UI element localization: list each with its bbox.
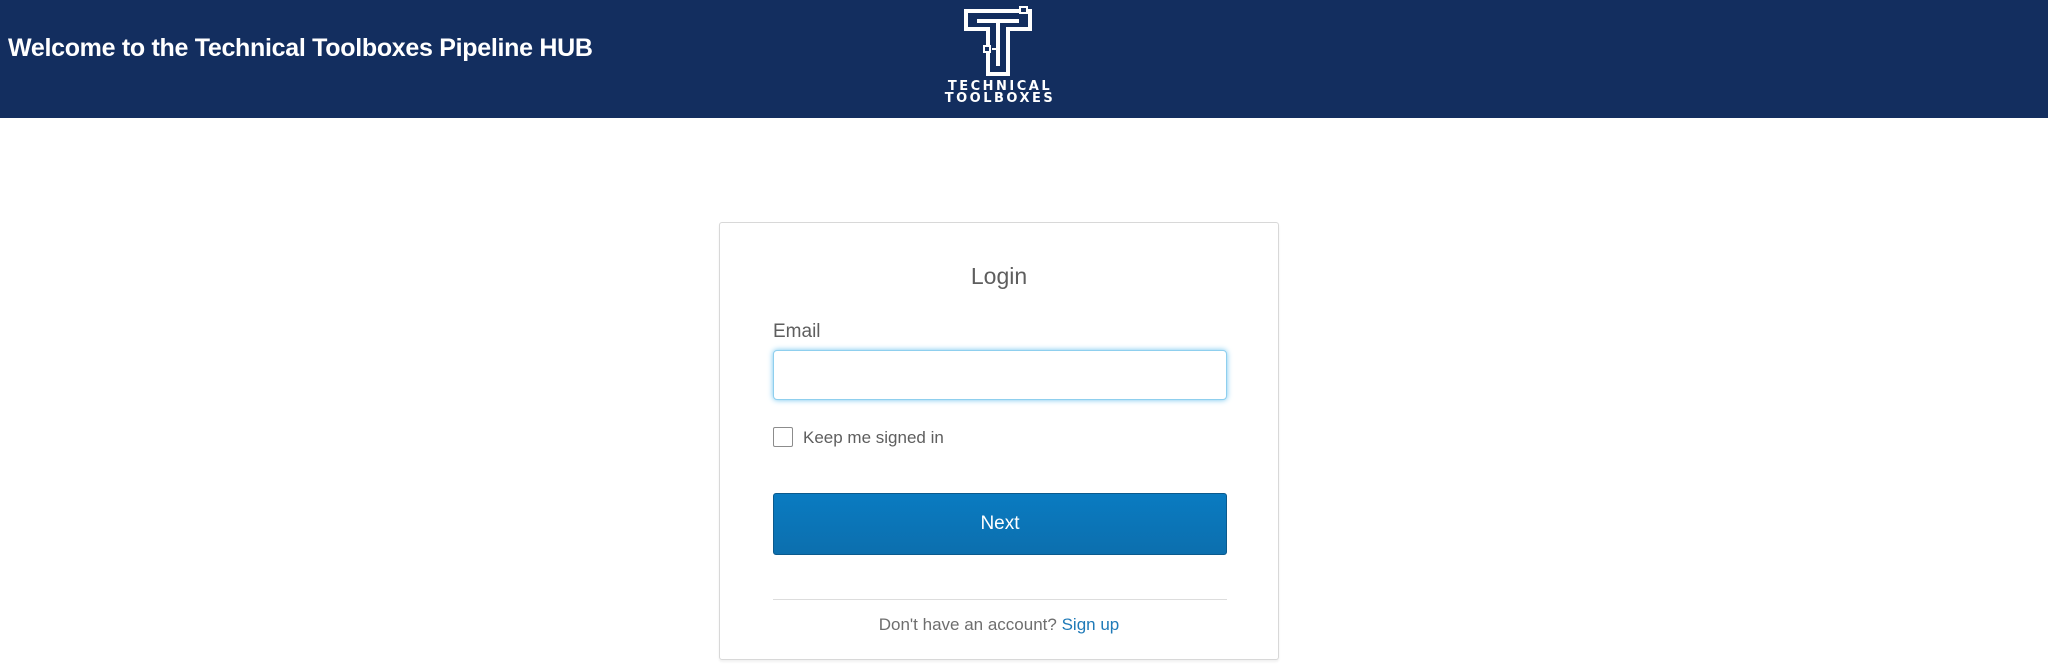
no-account-text: Don't have an account? bbox=[878, 615, 1062, 634]
email-label: Email bbox=[773, 321, 821, 342]
page-title: Welcome to the Technical Toolboxes Pipel… bbox=[8, 34, 593, 62]
keep-signed-in-checkbox[interactable] bbox=[773, 427, 793, 447]
logo-text-toolboxes: TOOLBOXES bbox=[944, 91, 1056, 106]
signup-prompt: Don't have an account? Sign up bbox=[720, 615, 1278, 635]
login-card: Login Email Keep me signed in Next Don't… bbox=[719, 222, 1279, 660]
login-title: Login bbox=[970, 263, 1028, 289]
signup-link[interactable]: Sign up bbox=[1062, 615, 1120, 634]
next-button[interactable]: Next bbox=[773, 493, 1227, 555]
technical-toolboxes-logo: TECHNICAL TOOLBOXES bbox=[932, 6, 1068, 108]
tt-logo-icon bbox=[964, 6, 1032, 76]
top-header-bar: Welcome to the Technical Toolboxes Pipel… bbox=[0, 0, 2048, 118]
keep-signed-in-label[interactable]: Keep me signed in bbox=[803, 428, 944, 448]
divider bbox=[773, 599, 1227, 600]
email-input[interactable] bbox=[773, 350, 1227, 400]
